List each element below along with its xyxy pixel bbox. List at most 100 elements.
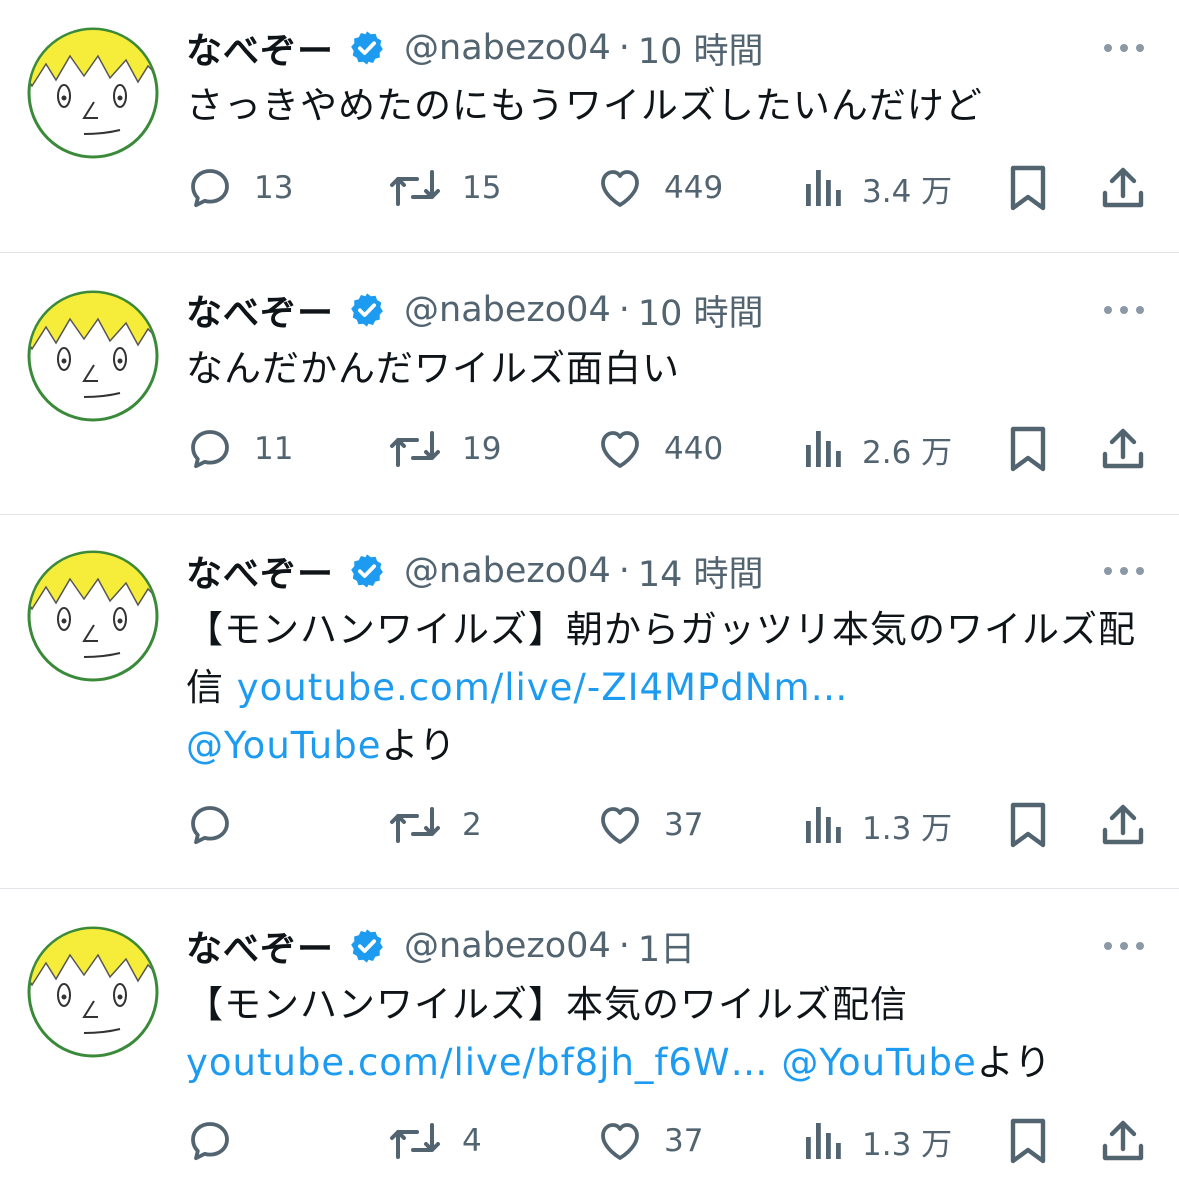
separator: · <box>618 28 630 68</box>
tweet-text: 【モンハンワイルズ】朝からガッツリ本気のワイルズ配信 youtube.com/l… <box>186 601 1146 775</box>
like-button[interactable]: 37 <box>596 797 703 853</box>
tweet-header: なべぞー @nabezo04 · 1日 <box>186 921 695 971</box>
retweet-arrows-icon <box>390 170 440 206</box>
verified-badge-icon <box>351 31 383 65</box>
retweet-button[interactable]: 4 <box>388 1113 482 1169</box>
share-upload-icon <box>1102 428 1144 469</box>
retweet-count: 4 <box>462 1123 482 1159</box>
reply-bubble-icon <box>191 1122 229 1161</box>
views-button[interactable]: 1.3 万 <box>802 797 952 853</box>
like-button[interactable]: 37 <box>596 1113 703 1169</box>
display-name[interactable]: なべぞー <box>186 22 334 74</box>
like-count: 37 <box>664 807 704 843</box>
avatar[interactable] <box>26 289 160 423</box>
mention-link[interactable]: @YouTube <box>781 1041 976 1084</box>
more-dots-icon[interactable] <box>1102 564 1146 578</box>
views-button[interactable]: 1.3 万 <box>802 1113 952 1169</box>
reply-button[interactable] <box>186 797 254 853</box>
tweet-text-space <box>769 1041 782 1084</box>
tweet-text: なんだかんだワイルズ面白い <box>186 340 1146 398</box>
reply-button[interactable]: 13 <box>186 160 293 216</box>
tweet-header: なべぞー @nabezo04 · 14 時間 <box>186 546 764 596</box>
heart-icon <box>601 170 639 207</box>
tweet-text-part: より <box>976 1041 1053 1084</box>
bookmark-icon <box>1010 802 1046 848</box>
avatar[interactable] <box>26 26 160 160</box>
tweet-1[interactable]: なべぞー @nabezo04 · 10 時間 さっきやめたのにもうワイルズしたい… <box>0 0 1179 252</box>
bookmark-icon <box>1010 165 1046 211</box>
verified-badge-icon <box>351 293 383 327</box>
views-button[interactable]: 3.4 万 <box>802 160 952 216</box>
mention-link[interactable]: @YouTube <box>186 724 381 767</box>
avatar[interactable] <box>26 925 160 1059</box>
timeline: なべぞー @nabezo04 · 10 時間 さっきやめたのにもうワイルズしたい… <box>0 0 1179 1198</box>
retweet-button[interactable]: 19 <box>388 421 501 477</box>
handle[interactable]: @nabezo04 <box>404 926 611 966</box>
avatar-face-icon <box>27 550 159 682</box>
bar-chart-icon <box>806 170 841 206</box>
handle[interactable]: @nabezo04 <box>404 28 611 68</box>
display-name[interactable]: なべぞー <box>186 545 334 597</box>
tweet-2[interactable]: なべぞー @nabezo04 · 10 時間 なんだかんだワイルズ面白い 11 … <box>0 253 1179 514</box>
views-button[interactable]: 2.6 万 <box>802 421 952 477</box>
action-bar: 13 15 449 3.4 万 <box>0 160 1179 216</box>
reply-count: 13 <box>254 170 294 206</box>
bar-chart-icon <box>806 1123 841 1159</box>
avatar-face-icon <box>27 926 159 1058</box>
tweet-header: なべぞー @nabezo04 · 10 時間 <box>186 23 764 73</box>
share-button[interactable] <box>1100 421 1146 477</box>
tweet-link[interactable]: youtube.com/live/bf8jh_f6W… <box>186 1041 769 1084</box>
share-button[interactable] <box>1100 1113 1146 1169</box>
more-dots-icon[interactable] <box>1102 41 1146 55</box>
tweet-text: 【モンハンワイルズ】本気のワイルズ配信 youtube.com/live/bf8j… <box>186 976 1146 1092</box>
separator: · <box>618 551 630 591</box>
separator: · <box>618 926 630 966</box>
bookmark-button[interactable] <box>1006 797 1050 853</box>
like-count: 440 <box>664 431 724 467</box>
heart-icon <box>601 807 639 844</box>
tweet-header: なべぞー @nabezo04 · 10 時間 <box>186 285 764 335</box>
retweet-button[interactable]: 15 <box>388 160 501 216</box>
timestamp[interactable]: 10 時間 <box>638 285 764 336</box>
tweet-link[interactable]: youtube.com/live/-ZI4MPdNm… <box>237 666 849 709</box>
separator: · <box>618 290 630 330</box>
retweet-button[interactable]: 2 <box>388 797 482 853</box>
like-count: 37 <box>664 1123 704 1159</box>
action-bar: 4 37 1.3 万 <box>0 1113 1179 1169</box>
bookmark-button[interactable] <box>1006 1113 1050 1169</box>
share-button[interactable] <box>1100 797 1146 853</box>
retweet-count: 2 <box>462 807 482 843</box>
action-bar: 11 19 440 2.6 万 <box>0 421 1179 477</box>
views-count: 1.3 万 <box>862 810 953 847</box>
like-button[interactable]: 449 <box>596 160 723 216</box>
tweet-3[interactable]: なべぞー @nabezo04 · 14 時間 【モンハンワイルズ】朝からガッツリ… <box>0 515 1179 888</box>
tweet-text-part: より <box>381 724 457 767</box>
like-button[interactable]: 440 <box>596 421 723 477</box>
bookmark-button[interactable] <box>1006 421 1050 477</box>
share-upload-icon <box>1102 167 1144 208</box>
more-dots-icon[interactable] <box>1102 939 1146 953</box>
retweet-count: 15 <box>462 170 502 206</box>
timestamp[interactable]: 10 時間 <box>638 23 764 74</box>
heart-icon <box>601 1123 639 1160</box>
timestamp[interactable]: 1日 <box>638 921 695 972</box>
reply-button[interactable]: 11 <box>186 421 293 477</box>
timestamp[interactable]: 14 時間 <box>638 546 764 597</box>
action-bar: 2 37 1.3 万 <box>0 797 1179 853</box>
bookmark-button[interactable] <box>1006 160 1050 216</box>
share-button[interactable] <box>1100 160 1146 216</box>
tweet-4[interactable]: なべぞー @nabezo04 · 1日 【モンハンワイルズ】本気のワイルズ配信 y… <box>0 889 1179 1198</box>
more-dots-icon[interactable] <box>1102 303 1146 317</box>
display-name[interactable]: なべぞー <box>186 284 334 336</box>
tweet-text-part: なんだかんだワイルズ面白い <box>186 347 680 390</box>
handle[interactable]: @nabezo04 <box>404 290 611 330</box>
display-name[interactable]: なべぞー <box>186 920 334 972</box>
handle[interactable]: @nabezo04 <box>404 551 611 591</box>
avatar[interactable] <box>26 549 160 683</box>
reply-bubble-icon <box>191 169 229 208</box>
views-count: 2.6 万 <box>862 434 953 471</box>
reply-button[interactable] <box>186 1113 254 1169</box>
reply-count: 11 <box>254 431 294 467</box>
bookmark-icon <box>1010 426 1046 472</box>
tweet-text-part: さっきやめたのにもうワイルズしたいんだけど <box>186 84 983 127</box>
